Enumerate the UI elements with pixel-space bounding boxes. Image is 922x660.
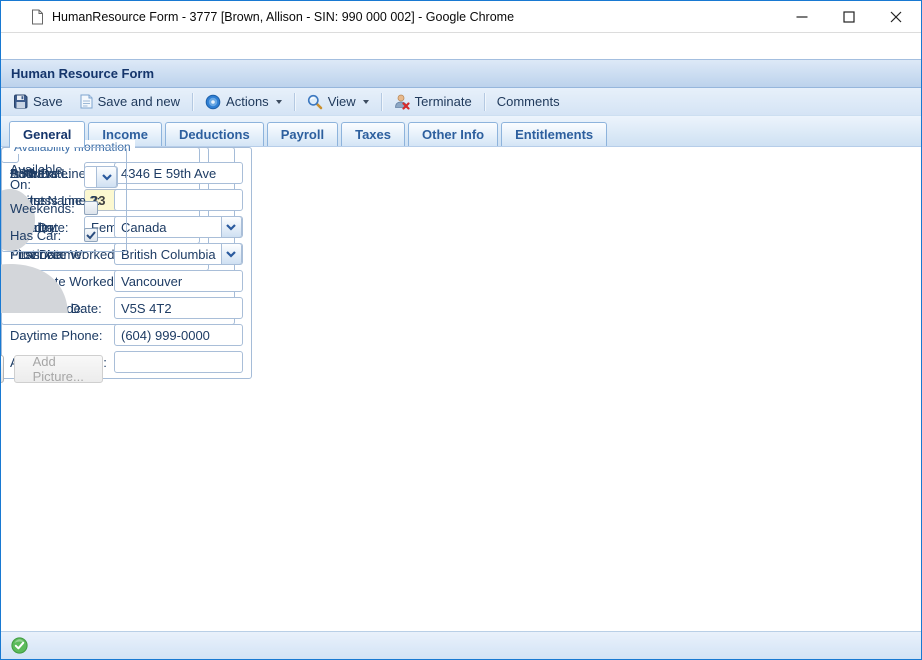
weekends-label: Weekends: [10,201,84,216]
country-dropdown[interactable]: Canada [114,216,243,238]
tab-taxes-label: Taxes [355,127,391,142]
minimize-button[interactable] [778,1,825,32]
window-title: HumanResource Form - 3777 [Brown, Alliso… [52,10,778,24]
actions-label: Actions [226,94,269,109]
available-on-dropdown[interactable] [84,166,118,188]
tab-taxes[interactable]: Taxes [341,122,405,146]
tab-deductions-label: Deductions [179,127,250,142]
daytime-phone-label: Daytime Phone: [10,328,114,343]
daytime-phone-field[interactable]: (604) 999-0000 [114,324,243,346]
chevron-down-icon[interactable] [96,166,117,188]
terminate-icon [394,94,410,110]
province-dropdown[interactable]: British Columbia [114,243,243,265]
page-title: Human Resource Form [11,66,154,81]
tab-general[interactable]: General [9,121,85,147]
view-icon [307,94,323,110]
availability-fieldset: Availability Available On: Weekends: [1,147,127,252]
tab-general-label: General [23,127,71,142]
success-check-icon [11,637,28,654]
app-window: HumanResource Form - 3777 [Brown, Alliso… [0,0,922,660]
toolbar: Save Save and new Actions [1,88,921,115]
maximize-button[interactable] [825,1,872,32]
remove-picture-button[interactable]: Remove Picture [0,355,4,383]
tab-entitlements-label: Entitlements [515,127,593,142]
save-and-new-button[interactable]: Save and new [71,91,188,112]
terminate-label: Terminate [415,94,472,109]
browser-strip [1,33,921,59]
actions-button[interactable]: Actions [197,91,290,113]
tab-strip: General Income Deductions Payroll Taxes … [1,115,921,147]
toolbar-separator [192,93,193,111]
country-value: Canada [121,220,167,235]
alternate-phone-field[interactable] [114,351,243,373]
general-tab-panel: Detail * SIN: 990 000 002 * First Name: … [1,147,921,631]
chevron-down-icon [276,100,282,104]
chevron-down-icon[interactable] [221,216,242,238]
tab-deductions[interactable]: Deductions [165,122,264,146]
address-line-1-field[interactable]: 4346 E 59th Ave [114,162,243,184]
add-picture-button: Add Picture... [14,355,103,383]
toolbar-separator [484,93,485,111]
available-on-label: Available On: [10,162,84,192]
window-controls [778,1,919,32]
save-button[interactable]: Save [5,91,71,112]
maximize-icon [843,11,855,23]
form-header: Human Resource Form [1,59,921,88]
minimize-icon [796,11,808,23]
check-icon [86,231,96,240]
chevron-down-icon [363,100,369,104]
toolbar-separator [381,93,382,111]
close-icon [890,11,902,23]
has-car-label: Has Car: [10,228,84,243]
tab-other-info[interactable]: Other Info [408,122,498,146]
toolbar-separator [294,93,295,111]
save-new-icon [79,94,93,109]
tab-entitlements[interactable]: Entitlements [501,122,607,146]
document-icon [31,9,44,25]
comments-label: Comments [497,94,560,109]
view-button[interactable]: View [299,91,377,113]
postal-code-field[interactable]: V5S 4T2 [114,297,243,319]
view-label: View [328,94,356,109]
picture-buttons: Remove Picture Add Picture... [2,355,18,383]
titlebar: HumanResource Form - 3777 [Brown, Alliso… [1,1,921,33]
address-line-2-field[interactable] [114,189,243,211]
status-bar [1,631,921,659]
province-value: British Columbia [121,247,216,262]
has-car-checkbox[interactable] [84,228,98,242]
close-button[interactable] [872,1,919,32]
save-icon [13,94,28,109]
tab-payroll-label: Payroll [281,127,324,142]
save-and-new-label: Save and new [98,94,180,109]
weekends-checkbox[interactable] [84,201,98,215]
comments-button[interactable]: Comments [489,91,568,112]
terminate-button[interactable]: Terminate [386,91,480,113]
chevron-down-icon[interactable] [221,243,242,265]
tab-payroll[interactable]: Payroll [267,122,338,146]
city-field[interactable]: Vancouver [114,270,243,292]
tab-other-info-label: Other Info [422,127,484,142]
actions-icon [205,94,221,110]
save-label: Save [33,94,63,109]
